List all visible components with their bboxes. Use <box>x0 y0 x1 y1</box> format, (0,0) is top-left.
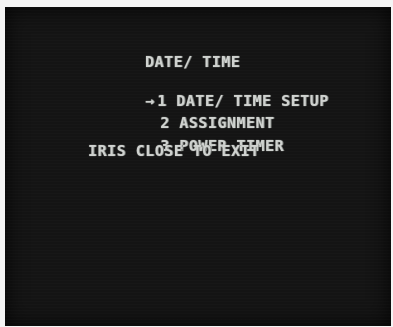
exit-instruction: IRIS CLOSE TO EXIT <box>88 142 260 160</box>
osd-menu: DATE/ TIME → 1 DATE/ TIME SETUP 2 ASSIGNM… <box>5 7 391 326</box>
menu-title: DATE/ TIME <box>145 53 241 71</box>
monitor-screen: DATE/ TIME → 1 DATE/ TIME SETUP 2 ASSIGNM… <box>5 7 391 326</box>
